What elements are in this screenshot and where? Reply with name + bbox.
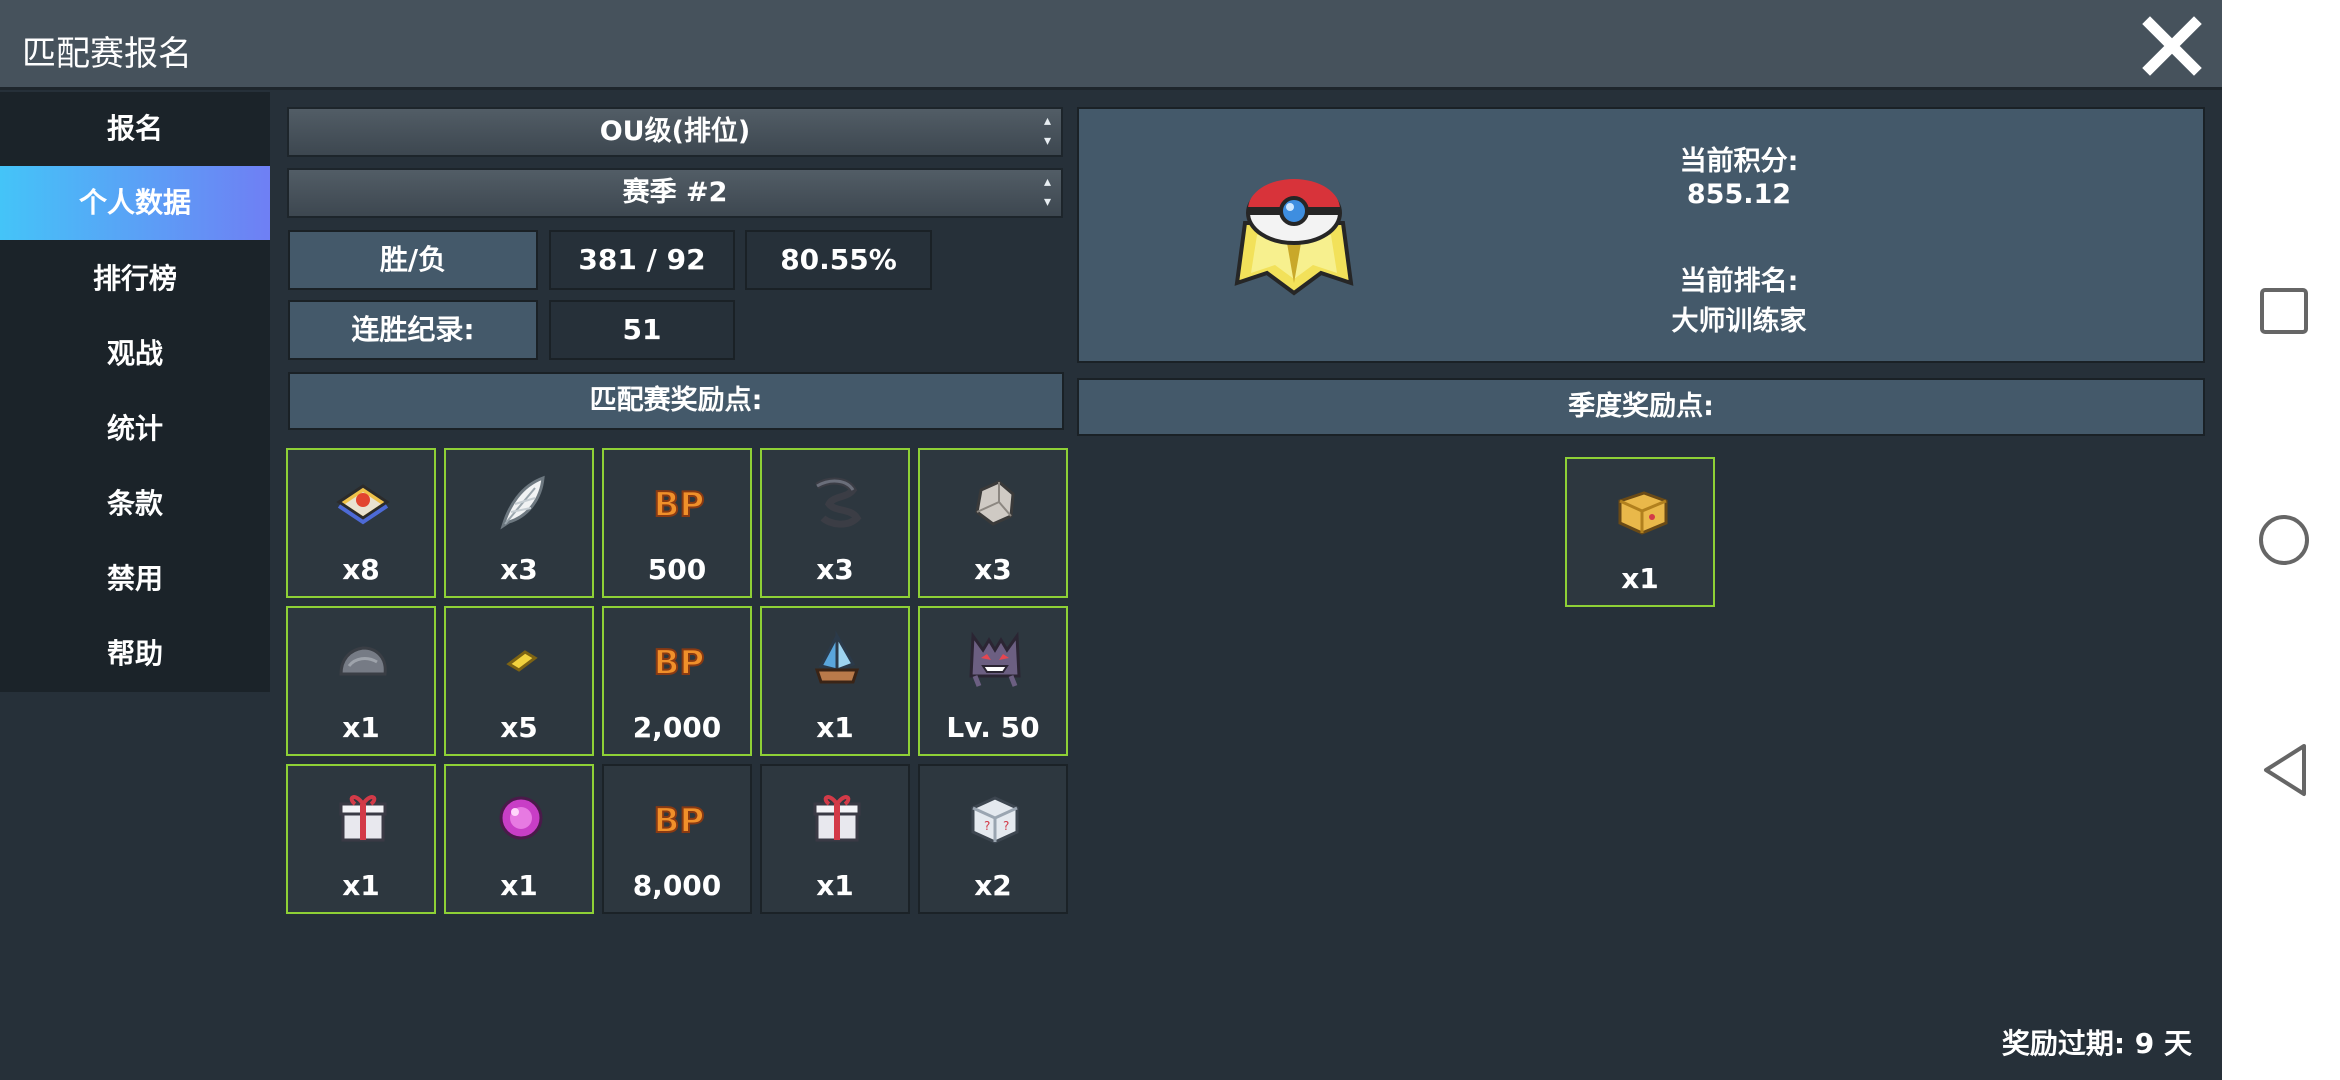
- sidebar-item-signup[interactable]: 报名: [0, 92, 270, 166]
- gengar-icon: [969, 631, 1021, 687]
- close-icon[interactable]: [2142, 16, 2202, 76]
- reward-qty: x8: [342, 553, 380, 586]
- sidebar-item-help[interactable]: 帮助: [0, 617, 270, 691]
- back-icon[interactable]: [2222, 730, 2340, 810]
- reward-qty: x1: [816, 711, 854, 744]
- stone-icon: [975, 480, 1015, 526]
- svg-text:BP: BP: [654, 801, 705, 841]
- bp-icon: BP: [653, 484, 706, 526]
- system-nav-bar: [2222, 0, 2340, 1080]
- title-bar: 匹配赛报名: [0, 0, 2222, 90]
- current-points-value: 855.12: [1686, 179, 1792, 210]
- season-select-value: 赛季 #2: [622, 177, 728, 208]
- select-arrows-icon: ▴ ▾: [1043, 113, 1051, 149]
- reward-qty: x1: [500, 869, 538, 902]
- current-points-label: 当前积分:: [1679, 146, 1799, 177]
- sidebar-item-personal-data[interactable]: 个人数据: [0, 166, 270, 240]
- svg-text:BP: BP: [654, 643, 705, 683]
- rank-panel: 当前积分: 855.12 当前排名: 大师训练家: [1077, 107, 2205, 363]
- reward-slot[interactable]: BP 500: [602, 448, 752, 598]
- season-select[interactable]: 赛季 #2 ▴ ▾: [287, 168, 1063, 218]
- sidebar-item-spectate[interactable]: 观战: [0, 317, 270, 391]
- reward-qty: 8,000: [632, 869, 722, 902]
- season-reward-slot[interactable]: x1: [1565, 457, 1715, 607]
- crystal-icon: [814, 630, 860, 684]
- tier-select-value: OU级(排位): [599, 116, 751, 147]
- rock-icon: [339, 646, 387, 676]
- reward-qty: x1: [1621, 562, 1659, 595]
- svg-text:?: ?: [984, 819, 990, 833]
- reward-qty: x1: [816, 869, 854, 902]
- sidebar-item-terms[interactable]: 条款: [0, 467, 270, 541]
- reward-qty: x2: [974, 869, 1012, 902]
- reward-slot[interactable]: Lv. 50: [918, 606, 1068, 756]
- reward-slot[interactable]: ? ? x2: [918, 764, 1068, 914]
- reward-qty: x1: [342, 711, 380, 744]
- reward-qty: Lv. 50: [946, 711, 1040, 744]
- reward-slot[interactable]: x3: [760, 448, 910, 598]
- bp-icon: BP: [653, 642, 706, 684]
- svg-text:?: ?: [1003, 819, 1009, 833]
- scarf-icon: [815, 477, 862, 528]
- gold-box-icon: [1618, 491, 1668, 535]
- sidebar-item-statistics[interactable]: 统计: [0, 392, 270, 466]
- reward-slot[interactable]: x5: [444, 606, 594, 756]
- win-loss-label: 胜/负: [288, 230, 538, 290]
- current-rank-value: 大师训练家: [1671, 306, 1807, 337]
- win-rate-value: 80.55%: [745, 230, 932, 290]
- sidebar-item-bans[interactable]: 禁用: [0, 542, 270, 616]
- streak-value: 51: [549, 300, 735, 360]
- reward-qty: x3: [974, 553, 1012, 586]
- feather-icon: [500, 475, 545, 530]
- bp-icon: BP: [653, 800, 706, 842]
- gift-box-icon: [339, 795, 387, 842]
- reward-slot[interactable]: x1: [444, 764, 594, 914]
- reward-qty: x1: [342, 869, 380, 902]
- rank-emblem-icon: [1234, 179, 1354, 296]
- ticket-icon: [336, 484, 390, 525]
- game-screen: 匹配赛报名 报名 个人数据 排行榜 观战 统计 条款 禁用 帮助 OU级(排位)…: [0, 0, 2222, 1080]
- reward-qty: x3: [500, 553, 538, 586]
- reward-slot[interactable]: x3: [444, 448, 594, 598]
- reward-qty: 2,000: [632, 711, 722, 744]
- sidebar: 报名 个人数据 排行榜 观战 统计 条款 禁用 帮助: [0, 92, 270, 692]
- reward-slot[interactable]: x1: [760, 606, 910, 756]
- reward-expiry-text: 奖励过期: 9 天: [2001, 1027, 2192, 1060]
- win-loss-value: 381 / 92: [549, 230, 735, 290]
- recent-apps-icon[interactable]: [2222, 270, 2340, 350]
- reward-slot[interactable]: x1: [760, 764, 910, 914]
- match-rewards-header: 匹配赛奖励点:: [288, 372, 1064, 430]
- sidebar-item-leaderboard[interactable]: 排行榜: [0, 242, 270, 316]
- orb-icon: [499, 796, 543, 840]
- home-icon[interactable]: [2222, 500, 2340, 580]
- mystery-box-icon: ? ?: [971, 796, 1019, 844]
- tier-select[interactable]: OU级(排位) ▴ ▾: [287, 107, 1063, 157]
- reward-qty: x5: [500, 711, 538, 744]
- reward-slot[interactable]: x1: [286, 606, 436, 756]
- svg-text:BP: BP: [654, 485, 705, 525]
- current-rank-label: 当前排名:: [1679, 266, 1799, 297]
- gift-box-icon: [813, 795, 861, 842]
- reward-slot[interactable]: BP 2,000: [602, 606, 752, 756]
- streak-label: 连胜纪录:: [288, 300, 538, 360]
- window-title: 匹配赛报名: [22, 34, 192, 74]
- reward-qty: x3: [816, 553, 854, 586]
- reward-slot[interactable]: x8: [286, 448, 436, 598]
- reward-slot[interactable]: x1: [286, 764, 436, 914]
- select-arrows-icon: ▴ ▾: [1043, 174, 1051, 210]
- reward-slot[interactable]: x3: [918, 448, 1068, 598]
- reward-slot[interactable]: BP 8,000: [602, 764, 752, 914]
- season-rewards-header: 季度奖励点:: [1077, 378, 2205, 436]
- gold-bar-icon: [506, 650, 538, 672]
- reward-qty: 500: [647, 553, 707, 586]
